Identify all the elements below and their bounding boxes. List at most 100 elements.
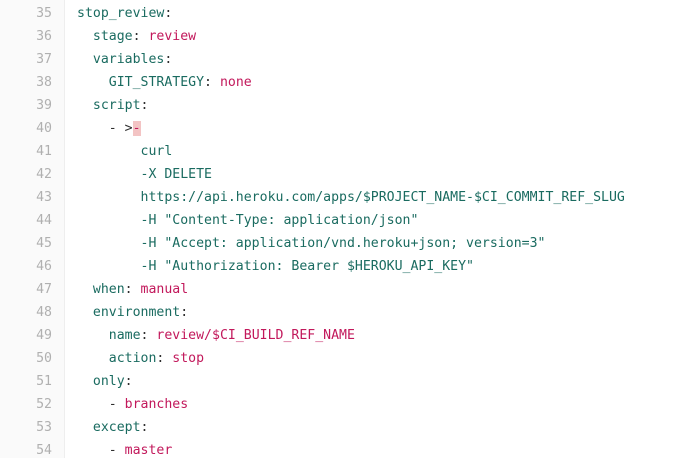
line-content: - master bbox=[77, 439, 173, 458]
code-token: name bbox=[108, 328, 141, 343]
line-number[interactable]: 51 bbox=[0, 370, 52, 393]
line-number[interactable]: 35 bbox=[0, 2, 52, 25]
line-number[interactable]: 48 bbox=[0, 301, 52, 324]
line-number[interactable]: 45 bbox=[0, 232, 52, 255]
code-token: manual bbox=[140, 282, 189, 297]
line-number[interactable]: 49 bbox=[0, 324, 52, 347]
code-line: 40 - >- bbox=[0, 117, 681, 140]
code-token: -X DELETE bbox=[140, 167, 212, 182]
code-viewer: 35 stop_review: 36 stage: review 37 variabl… bbox=[0, 0, 681, 458]
line-content: -H "Accept: application/vnd.heroku+json;… bbox=[77, 232, 546, 255]
code-token: : bbox=[156, 351, 173, 366]
line-content: -X DELETE bbox=[77, 163, 212, 186]
code-token: environment bbox=[92, 305, 181, 320]
code-line: 35 stop_review: bbox=[0, 2, 681, 25]
code-line: 46 -H "Authorization: Bearer $HEROKU_API… bbox=[0, 255, 681, 278]
code-token: branches bbox=[124, 397, 189, 412]
line-number[interactable]: 53 bbox=[0, 416, 52, 439]
code-line: 52 - branches bbox=[0, 393, 681, 416]
line-content: only: bbox=[77, 370, 133, 393]
line-content: GIT_STRATEGY: none bbox=[77, 71, 252, 94]
code-token: -H "Accept: application/vnd.heroku+json;… bbox=[140, 236, 546, 251]
code-line: 48 environment: bbox=[0, 301, 681, 324]
line-number[interactable]: 40 bbox=[0, 117, 52, 140]
line-content: variables: bbox=[77, 48, 172, 71]
code-token: : bbox=[124, 374, 133, 389]
code-line: 49 name: review/$CI_BUILD_REF_NAME bbox=[0, 324, 681, 347]
code-token: : bbox=[164, 6, 173, 21]
code-token: : bbox=[140, 328, 157, 343]
line-number[interactable]: 41 bbox=[0, 140, 52, 163]
line-content: script: bbox=[77, 94, 149, 117]
code-token: -H "Authorization: Bearer $HEROKU_API_KE… bbox=[140, 259, 474, 274]
code-token: - bbox=[108, 443, 125, 458]
code-token: - bbox=[108, 397, 125, 412]
line-number[interactable]: 47 bbox=[0, 278, 52, 301]
line-number[interactable]: 39 bbox=[0, 94, 52, 117]
code-token: master bbox=[124, 443, 173, 458]
code-token: stop bbox=[172, 351, 205, 366]
code-line: 44 -H "Content-Type: application/json" bbox=[0, 209, 681, 232]
line-content: https://api.heroku.com/apps/$PROJECT_NAM… bbox=[77, 186, 625, 209]
line-number[interactable]: 46 bbox=[0, 255, 52, 278]
code-token: review bbox=[148, 29, 197, 44]
line-number[interactable]: 37 bbox=[0, 48, 52, 71]
line-content: environment: bbox=[77, 301, 188, 324]
syntax-error-token: - bbox=[132, 121, 141, 136]
code-line: 47 when: manual bbox=[0, 278, 681, 301]
code-token: : bbox=[140, 98, 149, 113]
code-token: when bbox=[92, 282, 125, 297]
line-content: curl bbox=[77, 140, 173, 163]
code-token: : bbox=[180, 305, 189, 320]
code-token: variables bbox=[92, 52, 165, 67]
line-number[interactable]: 54 bbox=[0, 439, 52, 458]
code-token: https://api.heroku.com/apps/$PROJECT_NAM… bbox=[140, 190, 625, 205]
line-number[interactable]: 43 bbox=[0, 186, 52, 209]
code-token: : bbox=[140, 420, 149, 435]
line-number[interactable]: 52 bbox=[0, 393, 52, 416]
code-token: stage bbox=[92, 29, 133, 44]
code-line: 39 script: bbox=[0, 94, 681, 117]
line-number[interactable]: 42 bbox=[0, 163, 52, 186]
code-line: 41 curl bbox=[0, 140, 681, 163]
line-content: - >- bbox=[77, 117, 141, 140]
line-content: when: manual bbox=[77, 278, 188, 301]
code-token: curl bbox=[140, 144, 173, 159]
code-token: action bbox=[108, 351, 157, 366]
code-token: -H "Content-Type: application/json" bbox=[140, 213, 419, 228]
line-number[interactable]: 38 bbox=[0, 71, 52, 94]
line-content: -H "Authorization: Bearer $HEROKU_API_KE… bbox=[77, 255, 474, 278]
code-token: : bbox=[132, 29, 149, 44]
code-line: 54 - master bbox=[0, 439, 681, 458]
line-content: action: stop bbox=[77, 347, 204, 370]
line-number[interactable]: 36 bbox=[0, 25, 52, 48]
code-line: 42 -X DELETE bbox=[0, 163, 681, 186]
code-token: : bbox=[124, 282, 141, 297]
line-number[interactable]: 44 bbox=[0, 209, 52, 232]
code-line: 45 -H "Accept: application/vnd.heroku+js… bbox=[0, 232, 681, 255]
line-number[interactable]: 50 bbox=[0, 347, 52, 370]
code-line: 53 except: bbox=[0, 416, 681, 439]
line-content: except: bbox=[77, 416, 149, 439]
code-token: script bbox=[92, 98, 141, 113]
code-token: only bbox=[92, 374, 125, 389]
line-content: stop_review: bbox=[77, 2, 172, 25]
code-token: none bbox=[219, 75, 252, 90]
line-content: - branches bbox=[77, 393, 188, 416]
code-line: 37 variables: bbox=[0, 48, 681, 71]
